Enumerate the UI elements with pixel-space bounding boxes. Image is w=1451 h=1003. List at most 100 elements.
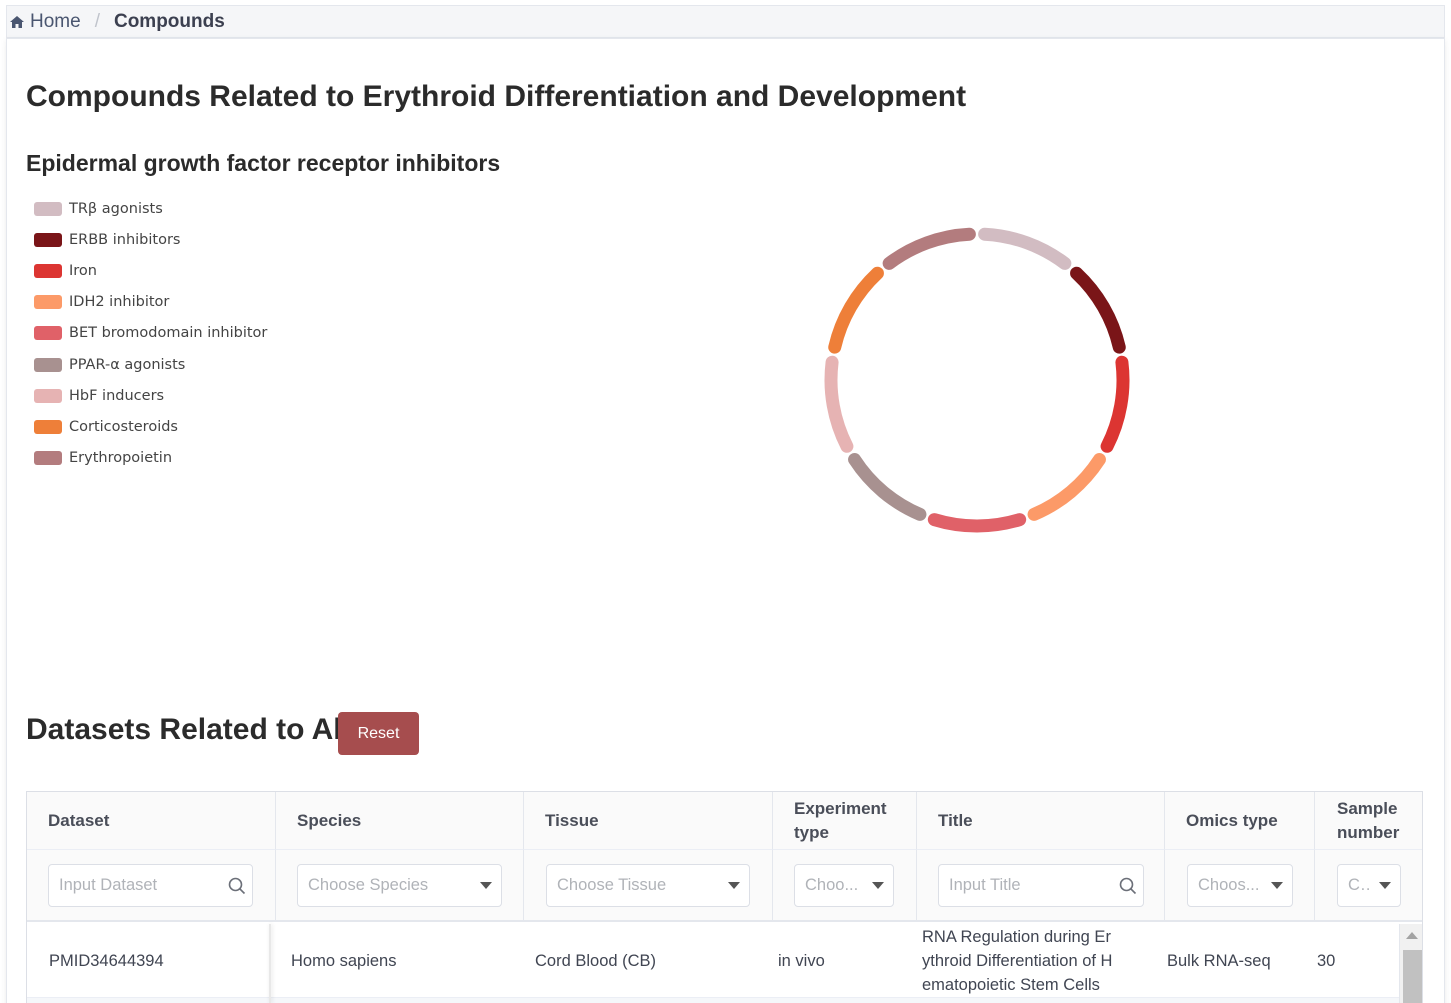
legend-swatch xyxy=(34,201,62,216)
legend-item[interactable]: Iron xyxy=(34,255,267,286)
donut-slice[interactable] xyxy=(1070,266,1126,354)
datasets-table: Dataset Species Tissue Experiment type T… xyxy=(26,791,1423,1003)
home-icon[interactable] xyxy=(9,14,25,30)
table-header: Dataset Species Tissue Experiment type T… xyxy=(27,792,1422,922)
donut-slice[interactable] xyxy=(828,266,884,354)
scrollbar-thumb[interactable] xyxy=(1403,950,1422,1003)
legend-item[interactable]: Erythropoietin xyxy=(34,443,267,474)
species-select[interactable]: Choose Species xyxy=(297,864,502,907)
filter-cell-dataset: Input Dataset xyxy=(27,850,276,922)
column-header-title[interactable]: Title xyxy=(917,792,1165,850)
sample-number-select[interactable]: C... xyxy=(1337,864,1401,907)
legend-label: PPAR-α agonists xyxy=(69,356,186,373)
tissue-select-placeholder: Choose Tissue xyxy=(557,876,667,894)
column-header-omics-type[interactable]: Omics type xyxy=(1165,792,1315,850)
page-title: Compounds Related to Erythroid Different… xyxy=(26,80,967,113)
legend-swatch xyxy=(34,419,62,434)
legend-label: TRβ agonists xyxy=(69,200,163,217)
table-row[interactable]: PMID34644394 Homo sapiens Cord Blood (CB… xyxy=(27,924,1399,998)
reset-button[interactable]: Reset xyxy=(338,712,419,755)
cell-experiment-type: in vivo xyxy=(778,952,825,970)
omics-type-select[interactable]: Choos... xyxy=(1187,864,1293,907)
title-search-input[interactable]: Input Title xyxy=(938,864,1144,907)
legend-label: Iron xyxy=(69,262,97,279)
donut-slice[interactable] xyxy=(882,227,976,270)
legend-item[interactable]: Corticosteroids xyxy=(34,411,267,442)
legend-swatch xyxy=(34,357,62,372)
legend-item[interactable]: HbF inducers xyxy=(34,380,267,411)
legend-label: BET bromodomain inhibitor xyxy=(69,325,268,342)
cell-sample-number: 30 xyxy=(1317,952,1336,970)
scroll-up-arrow-icon[interactable] xyxy=(1406,932,1418,939)
legend-swatch xyxy=(34,326,62,341)
legend-swatch xyxy=(34,295,62,310)
filter-cell-tissue: Choose Tissue xyxy=(524,850,773,922)
legend-item[interactable]: ERBB inhibitors xyxy=(34,224,267,255)
donut-slice[interactable] xyxy=(927,513,1027,533)
legend-item[interactable]: PPAR-α agonists xyxy=(34,349,267,380)
cell-tissue: Cord Blood (CB) xyxy=(535,952,657,970)
caret-down-icon xyxy=(1370,881,1400,890)
caret-down-icon xyxy=(1262,881,1292,890)
sample-number-select-placeholder: C... xyxy=(1348,876,1370,894)
legend-swatch xyxy=(34,263,62,278)
column-header-dataset[interactable]: Dataset xyxy=(27,792,276,850)
legend-swatch xyxy=(34,232,62,247)
breadcrumb-current: Compounds xyxy=(113,10,225,32)
legend-label: ERBB inhibitors xyxy=(69,231,181,248)
datasets-title: Datasets Related to All xyxy=(26,713,350,746)
donut-slice[interactable] xyxy=(1027,453,1106,521)
donut-slice[interactable] xyxy=(824,355,854,453)
cell-title-line: RNA Regulation during Er xyxy=(922,928,1111,946)
experiment-type-select-placeholder: Choo... xyxy=(805,876,859,894)
legend-label: HbF inducers xyxy=(69,387,165,404)
column-header-sample-number[interactable]: Sample number xyxy=(1315,792,1422,850)
table-body: PMID34644394 Homo sapiens Cord Blood (CB… xyxy=(27,924,1399,1003)
legend-item[interactable]: BET bromodomain inhibitor xyxy=(34,318,267,349)
caret-down-icon xyxy=(471,881,501,890)
chart-title: Epidermal growth factor receptor inhibit… xyxy=(26,150,501,176)
table-row[interactable] xyxy=(27,998,1399,1003)
search-icon[interactable] xyxy=(222,877,252,895)
donut-slice[interactable] xyxy=(1100,355,1130,453)
legend-label: Erythropoietin xyxy=(69,450,173,467)
cell-title-line: ematopoietic Stem Cells xyxy=(922,976,1100,994)
legend-label: IDH2 inhibitor xyxy=(69,294,170,311)
breadcrumb: Home / Compounds xyxy=(6,5,1445,38)
chart-legend: TRβ agonists ERBB inhibitors Iron IDH2 inhi… xyxy=(34,193,267,474)
column-header-experiment-type[interactable]: Experiment type xyxy=(773,792,917,850)
search-icon[interactable] xyxy=(1113,877,1143,895)
donut-slice[interactable] xyxy=(848,453,927,521)
cell-title: RNA Regulation during Er ythroid Differe… xyxy=(922,924,1147,998)
breadcrumb-separator: / xyxy=(94,10,100,32)
table-scrollbar[interactable] xyxy=(1399,924,1422,1003)
fixed-column-shadow xyxy=(269,924,271,1003)
legend-item[interactable]: TRβ agonists xyxy=(34,193,267,224)
dataset-search-placeholder: Input Dataset xyxy=(59,876,158,894)
filter-cell-sample-number: C... xyxy=(1315,850,1422,922)
filter-cell-omics-type: Choos... xyxy=(1165,850,1315,922)
column-header-tissue[interactable]: Tissue xyxy=(524,792,773,850)
filter-cell-title: Input Title xyxy=(917,850,1165,922)
species-select-placeholder: Choose Species xyxy=(308,876,429,894)
breadcrumb-home-link[interactable]: Home xyxy=(30,11,81,33)
filter-cell-species: Choose Species xyxy=(276,850,524,922)
legend-item[interactable]: IDH2 inhibitor xyxy=(34,287,267,318)
cell-omics-type: Bulk RNA-seq xyxy=(1167,952,1271,970)
legend-label: Corticosteroids xyxy=(69,418,178,435)
filter-cell-experiment-type: Choo... xyxy=(773,850,917,922)
dataset-search-input[interactable]: Input Dataset xyxy=(48,864,253,907)
column-header-species[interactable]: Species xyxy=(276,792,524,850)
donut-chart xyxy=(824,227,1130,533)
cell-title-line: ythroid Differentiation of H xyxy=(922,952,1113,970)
title-search-placeholder: Input Title xyxy=(949,876,1021,894)
legend-swatch xyxy=(34,451,62,466)
caret-down-icon xyxy=(863,881,893,890)
tissue-select[interactable]: Choose Tissue xyxy=(546,864,750,907)
experiment-type-select[interactable]: Choo... xyxy=(794,864,894,907)
cell-species: Homo sapiens xyxy=(291,952,397,970)
cell-dataset[interactable]: PMID34644394 xyxy=(49,924,269,998)
donut-slice[interactable] xyxy=(978,227,1072,270)
legend-swatch xyxy=(34,388,62,403)
omics-type-select-placeholder: Choos... xyxy=(1198,876,1260,894)
